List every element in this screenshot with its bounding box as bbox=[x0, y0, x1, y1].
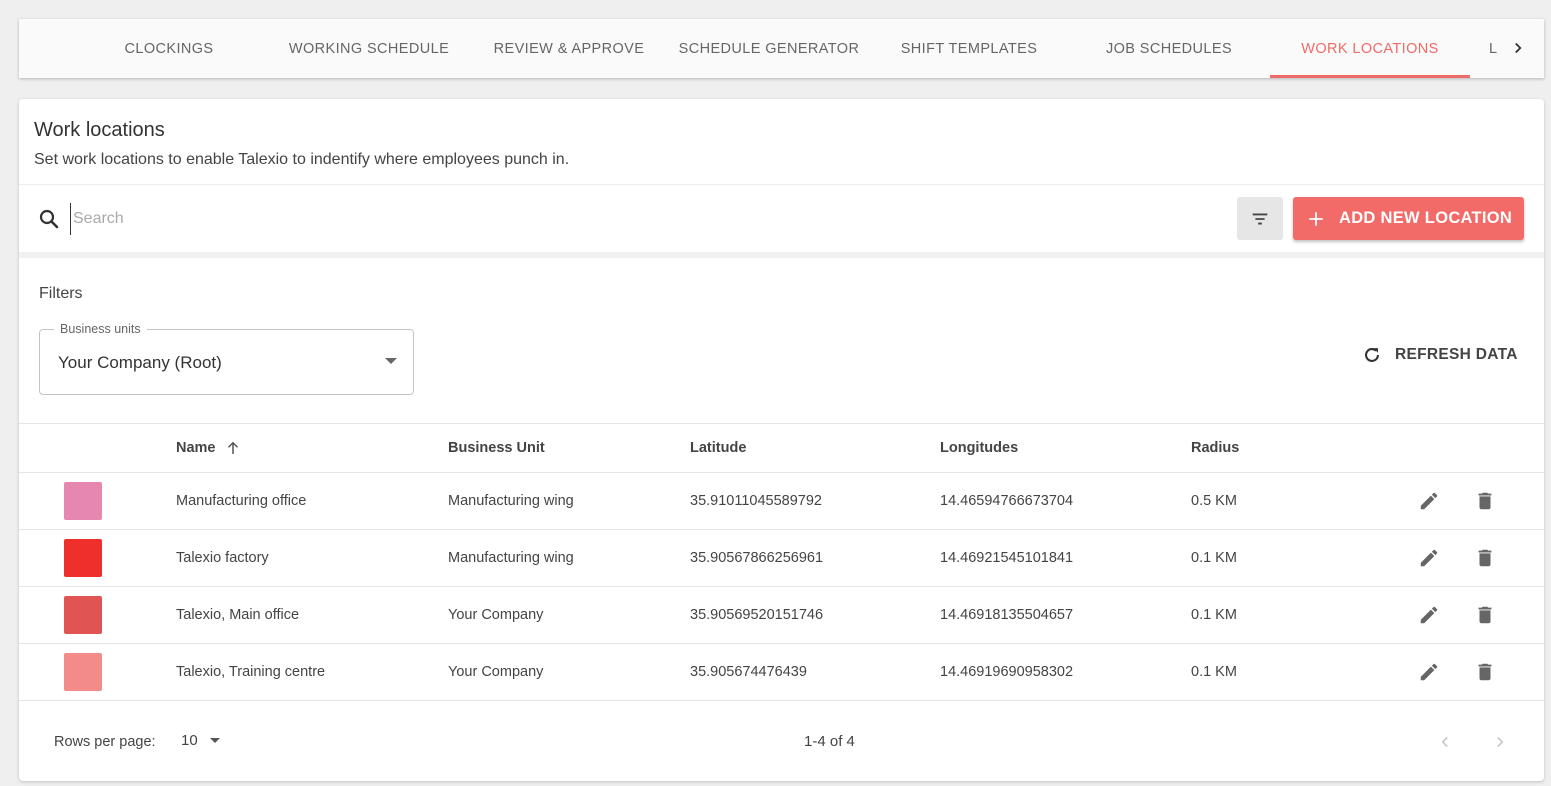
page-title: Work locations bbox=[34, 119, 165, 141]
tab-work-locations[interactable]: WORK LOCATIONS bbox=[1270, 19, 1470, 78]
cell-radius: 0.5 KM bbox=[1191, 493, 1237, 509]
edit-icon bbox=[1420, 549, 1438, 567]
rows-per-page-label: Rows per page: bbox=[54, 734, 156, 750]
edit-button[interactable] bbox=[1416, 659, 1442, 685]
tab-working-schedule[interactable]: WORKING SCHEDULE bbox=[269, 19, 469, 78]
column-header-radius[interactable]: Radius bbox=[1191, 424, 1239, 472]
tab-clockings[interactable]: CLOCKINGS bbox=[69, 19, 269, 78]
cell-business-unit: Your Company bbox=[448, 607, 544, 623]
cell-longitude: 14.46921545101841 bbox=[940, 550, 1074, 566]
tab-schedule-generator[interactable]: SCHEDULE GENERATOR bbox=[669, 19, 869, 78]
cell-radius: 0.1 KM bbox=[1191, 607, 1237, 623]
chevron-right-icon bbox=[1497, 736, 1504, 748]
cell-name: Manufacturing office bbox=[176, 493, 307, 509]
business-units-value: Your Company (Root) bbox=[58, 353, 222, 372]
page-range: 1-4 of 4 bbox=[804, 733, 855, 750]
rows-per-page-value: 10 bbox=[181, 732, 198, 749]
table-header: Name Business Unit Latitude Longitudes R… bbox=[19, 423, 1544, 473]
cell-business-unit: Your Company bbox=[448, 664, 544, 680]
cell-radius: 0.1 KM bbox=[1191, 664, 1237, 680]
delete-button[interactable] bbox=[1472, 545, 1498, 571]
cell-longitude: 14.46919690958302 bbox=[940, 664, 1074, 680]
delete-button[interactable] bbox=[1472, 602, 1498, 628]
previous-page-button[interactable] bbox=[1431, 728, 1459, 756]
arrow-up-icon bbox=[227, 441, 238, 454]
refresh-data-label: REFRESH DATA bbox=[1395, 346, 1518, 363]
edit-button[interactable] bbox=[1416, 545, 1442, 571]
tab-review-approve[interactable]: REVIEW & APPROVE bbox=[469, 19, 669, 78]
tab-bar: CLOCKINGS WORKING SCHEDULE REVIEW & APPR… bbox=[19, 19, 1544, 78]
tab-scroll-right-button[interactable] bbox=[1504, 34, 1532, 62]
cell-radius: 0.1 KM bbox=[1191, 550, 1237, 566]
cell-latitude: 35.905674476439 bbox=[690, 664, 807, 680]
cell-longitude: 14.46918135504657 bbox=[940, 607, 1074, 623]
next-page-button[interactable] bbox=[1486, 728, 1514, 756]
column-header-business-unit[interactable]: Business Unit bbox=[448, 424, 545, 472]
table-row: Talexio, Training centre Your Company 35… bbox=[19, 644, 1544, 701]
cell-business-unit: Manufacturing wing bbox=[448, 493, 574, 509]
cell-latitude: 35.90569520151746 bbox=[690, 607, 824, 623]
cell-name: Talexio factory bbox=[176, 550, 269, 566]
edit-icon bbox=[1420, 663, 1438, 681]
chevron-right-icon bbox=[1515, 42, 1522, 54]
delete-icon bbox=[1478, 492, 1492, 510]
location-color-swatch bbox=[64, 482, 102, 520]
cell-longitude: 14.46594766673704 bbox=[940, 493, 1074, 509]
business-units-legend: Business units bbox=[54, 322, 147, 336]
column-header-name[interactable]: Name bbox=[176, 424, 242, 472]
delete-icon bbox=[1478, 549, 1492, 567]
filters-heading: Filters bbox=[39, 285, 83, 302]
filter-toggle-button[interactable] bbox=[1237, 197, 1283, 240]
cell-business-unit: Manufacturing wing bbox=[448, 550, 574, 566]
location-color-swatch bbox=[64, 653, 102, 691]
plus-icon bbox=[1309, 211, 1323, 226]
locations-table: Name Business Unit Latitude Longitudes R… bbox=[19, 423, 1544, 701]
tab-shift-templates[interactable]: SHIFT TEMPLATES bbox=[869, 19, 1069, 78]
tab-job-schedules[interactable]: JOB SCHEDULES bbox=[1069, 19, 1269, 78]
table-row: Manufacturing office Manufacturing wing … bbox=[19, 473, 1544, 530]
filter-list-icon bbox=[1252, 213, 1268, 224]
search-input[interactable] bbox=[70, 203, 670, 235]
edit-icon bbox=[1420, 492, 1438, 510]
location-color-swatch bbox=[64, 596, 102, 634]
cell-name: Talexio, Training centre bbox=[176, 664, 326, 680]
column-header-name-label: Name bbox=[176, 440, 216, 456]
chevron-left-icon bbox=[1441, 736, 1448, 748]
rows-per-page-select[interactable]: 10 bbox=[181, 732, 220, 749]
refresh-data-button[interactable]: REFRESH DATA bbox=[1361, 344, 1518, 366]
divider bbox=[19, 184, 1544, 185]
add-new-location-button[interactable]: ADD NEW LOCATION bbox=[1293, 197, 1524, 240]
delete-icon bbox=[1478, 606, 1492, 624]
delete-button[interactable] bbox=[1472, 659, 1498, 685]
section-separator bbox=[19, 252, 1544, 258]
business-units-select[interactable]: Business units Your Company (Root) bbox=[39, 322, 414, 395]
work-locations-card: Work locations Set work locations to ena… bbox=[19, 99, 1544, 781]
edit-icon bbox=[1420, 606, 1438, 624]
table-row: Talexio, Main office Your Company 35.905… bbox=[19, 587, 1544, 644]
edit-button[interactable] bbox=[1416, 602, 1442, 628]
tab-partial[interactable]: L bbox=[1489, 19, 1501, 78]
cell-name: Talexio, Main office bbox=[176, 607, 300, 623]
add-new-location-label: ADD NEW LOCATION bbox=[1339, 209, 1513, 227]
location-color-swatch bbox=[64, 539, 102, 577]
caret-down-icon bbox=[385, 358, 397, 364]
edit-button[interactable] bbox=[1416, 488, 1442, 514]
refresh-icon bbox=[1365, 348, 1380, 362]
table-pagination: Rows per page: 10 1-4 of 4 bbox=[19, 708, 1544, 778]
page-subtitle: Set work locations to enable Talexio to … bbox=[34, 151, 570, 168]
cell-latitude: 35.90567866256961 bbox=[690, 550, 824, 566]
delete-icon bbox=[1478, 663, 1492, 681]
table-row: Talexio factory Manufacturing wing 35.90… bbox=[19, 530, 1544, 587]
delete-button[interactable] bbox=[1472, 488, 1498, 514]
cell-latitude: 35.91011045589792 bbox=[690, 493, 822, 509]
caret-down-icon bbox=[209, 738, 220, 743]
column-header-latitude[interactable]: Latitude bbox=[690, 424, 746, 472]
column-header-longitudes[interactable]: Longitudes bbox=[940, 424, 1018, 472]
search-icon bbox=[39, 209, 59, 229]
